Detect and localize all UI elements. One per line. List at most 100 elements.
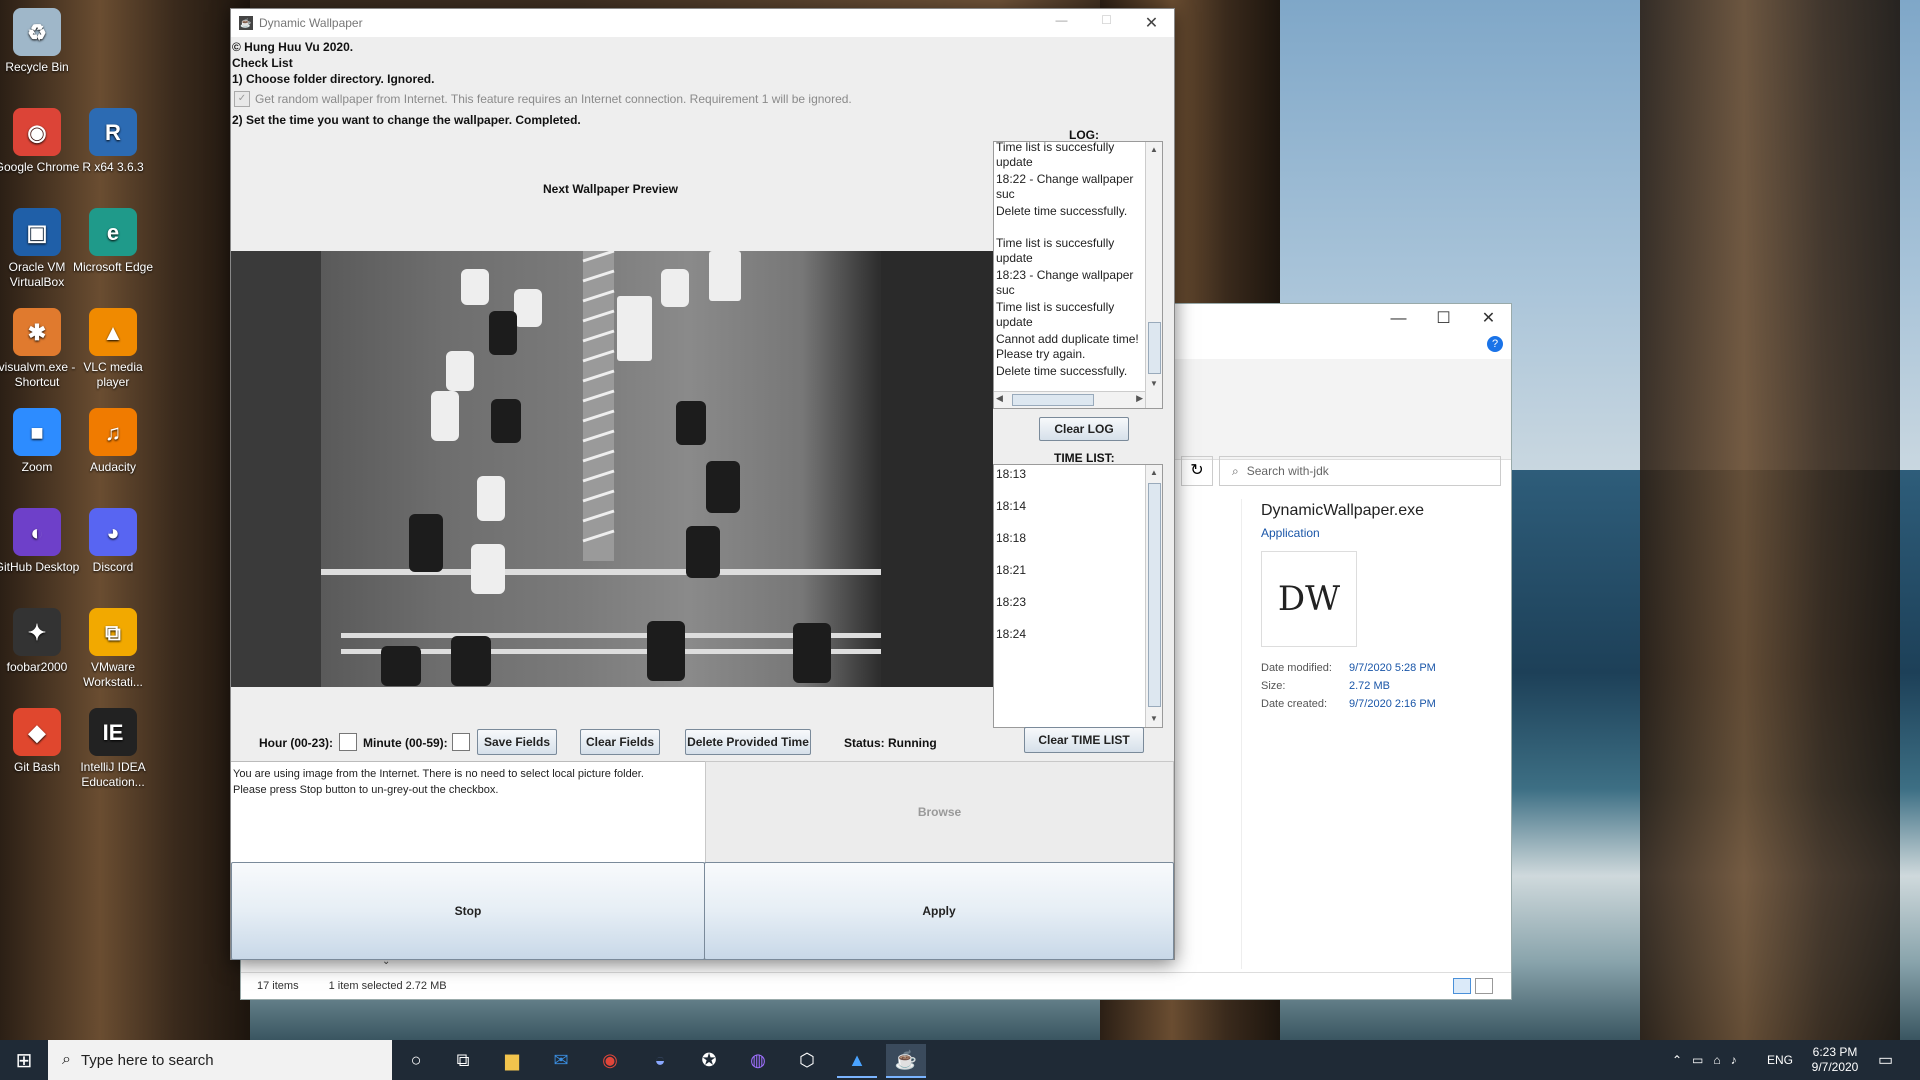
virtualbox-taskbar-icon[interactable]: ⬡ <box>787 1044 827 1076</box>
info-text-area[interactable]: You are using image from the Internet. T… <box>231 761 705 863</box>
scroll-down-icon[interactable]: ▼ <box>1146 711 1162 727</box>
desktop-icon-discord[interactable]: ◕ Discord <box>68 508 158 575</box>
desktop-icon-label: VLC media player <box>83 360 143 389</box>
time-list-item[interactable]: 18:23 <box>994 595 1145 627</box>
minimize-icon[interactable]: — <box>1376 304 1421 334</box>
desktop-icon-edge[interactable]: e Microsoft Edge <box>68 208 158 275</box>
log-horizontal-scrollbar[interactable]: ◀ ▶ <box>994 391 1145 408</box>
github-desktop-icon: ◐ <box>13 508 61 556</box>
time-list-item[interactable]: 18:13 <box>994 467 1145 499</box>
task-view-icon[interactable]: ⧉ <box>443 1044 483 1076</box>
time-list-panel[interactable]: 18:13 18:14 18:18 18:21 18:23 18:24 ▲ ▼ <box>993 464 1163 728</box>
photos-taskbar-icon[interactable]: ▲ <box>837 1044 877 1078</box>
clear-fields-button[interactable]: Clear Fields <box>580 729 660 755</box>
detail-value: 9/7/2020 2:16 PM <box>1349 698 1436 710</box>
close-icon[interactable]: ✕ <box>1466 304 1511 334</box>
recycle-bin-icon: ♻ <box>13 8 61 56</box>
time-list-item[interactable]: 18:21 <box>994 563 1145 595</box>
checklist-title: Check List <box>232 56 293 70</box>
chevron-down-icon[interactable]: ⌄ <box>382 956 390 967</box>
desktop-icon-intellij[interactable]: IE IntelliJ IDEA Education... <box>68 708 158 790</box>
internet-checkbox[interactable]: ✓ <box>234 91 250 107</box>
hour-input[interactable] <box>339 733 357 751</box>
detail-label: Date created: <box>1261 698 1328 710</box>
eclipse-taskbar-icon[interactable]: ◒ <box>640 1044 680 1076</box>
scroll-up-icon[interactable]: ▲ <box>1146 142 1162 158</box>
desktop-icon-label: Audacity <box>89 460 137 474</box>
desktop-icon-recycle-bin[interactable]: ♻ Recycle Bin <box>0 8 82 75</box>
stop-button[interactable]: Stop <box>231 862 705 960</box>
start-icon[interactable]: ⊞ <box>0 1040 48 1080</box>
street-scene-graphic <box>231 251 993 687</box>
help-icon[interactable]: ? <box>1487 336 1503 352</box>
desktop-icon-label: R x64 3.6.3 <box>82 160 144 174</box>
cortana-icon[interactable]: ○ <box>396 1044 436 1076</box>
minimize-icon[interactable]: — <box>1039 13 1084 33</box>
selection-info: 1 item selected 2.72 MB <box>328 980 447 992</box>
app-taskbar-icon[interactable]: ◍ <box>738 1044 778 1076</box>
close-icon[interactable]: ✕ <box>1129 13 1174 33</box>
log-panel[interactable]: Time list is succesfully update 18:22 - C… <box>993 141 1163 409</box>
mail-taskbar-icon[interactable]: ✉ <box>541 1044 581 1076</box>
desktop-icon-audacity[interactable]: ♫ Audacity <box>68 408 158 475</box>
time-list-item[interactable]: 18:14 <box>994 499 1145 531</box>
log-entry: 18:22 - Change wallpaper suc <box>996 172 1134 201</box>
taskbar: ⊞ ⌕ Type here to search ○ ⧉ ▆ ✉ ◉ ◒ ✪ ◍ … <box>0 1040 1920 1080</box>
clear-log-button[interactable]: Clear LOG <box>1039 417 1129 441</box>
title-bar: ☕ Dynamic Wallpaper — ☐ ✕ <box>231 9 1174 37</box>
log-entry: Cannot add duplicate time! Please try ag… <box>996 332 1139 361</box>
scroll-up-icon[interactable]: ▲ <box>1146 465 1162 481</box>
log-vertical-scrollbar[interactable]: ▲ ▼ <box>1145 142 1162 408</box>
language-indicator[interactable]: ENG <box>1767 1040 1793 1080</box>
delete-time-button[interactable]: Delete Provided Time <box>685 729 811 755</box>
clear-timelist-button[interactable]: Clear TIME LIST <box>1024 727 1144 753</box>
zoom-icon: ■ <box>13 408 61 456</box>
virtualbox-icon: ▣ <box>13 208 61 256</box>
timelist-vertical-scrollbar[interactable]: ▲ ▼ <box>1145 465 1162 727</box>
taskbar-search-input[interactable]: Type here to search <box>81 1052 214 1069</box>
desktop-icon-r[interactable]: R R x64 3.6.3 <box>68 108 158 175</box>
file-explorer-taskbar-icon[interactable]: ▆ <box>492 1044 532 1076</box>
large-icons-view-icon[interactable] <box>1475 978 1493 994</box>
scroll-right-icon[interactable]: ▶ <box>1136 393 1143 404</box>
taskbar-search-box[interactable]: ⌕ Type here to search <box>48 1040 392 1080</box>
notifications-icon[interactable]: ▭ <box>1878 1040 1893 1080</box>
scroll-down-icon[interactable]: ▼ <box>1146 376 1162 392</box>
file-name: DynamicWallpaper.exe <box>1261 502 1425 519</box>
scroll-thumb[interactable] <box>1148 483 1161 707</box>
maximize-icon[interactable]: ☐ <box>1084 13 1129 33</box>
desktop-icon-vmware[interactable]: ⧉ VMware Workstati... <box>68 608 158 690</box>
log-entry: Time list is succesfully update <box>996 236 1115 265</box>
time-list-item[interactable]: 18:24 <box>994 627 1145 659</box>
detail-value: 9/7/2020 5:28 PM <box>1349 662 1436 674</box>
edge-icon: e <box>89 208 137 256</box>
minute-input[interactable] <box>452 733 470 751</box>
desktop-icon-vlc[interactable]: ▲ VLC media player <box>68 308 158 390</box>
file-detail-row: Date created: 9/7/2020 2:16 PM <box>1261 695 1436 713</box>
apply-button[interactable]: Apply <box>704 862 1174 960</box>
gamepad-taskbar-icon[interactable]: ✪ <box>689 1044 729 1076</box>
browse-button[interactable]: Browse <box>705 761 1174 863</box>
refresh-icon[interactable]: ↻ <box>1181 456 1213 486</box>
window-title: Dynamic Wallpaper <box>259 16 363 30</box>
details-view-icon[interactable] <box>1453 978 1471 994</box>
save-fields-button[interactable]: Save Fields <box>477 729 557 755</box>
detail-label: Size: <box>1261 680 1286 692</box>
maximize-icon[interactable]: ☐ <box>1421 304 1466 334</box>
hour-label: Hour (00-23): <box>259 736 334 750</box>
scroll-thumb[interactable] <box>1148 322 1161 374</box>
step1-text: 1) Choose folder directory. Ignored. <box>232 72 435 86</box>
java-app-taskbar-icon[interactable]: ☕ <box>886 1044 926 1078</box>
file-detail-row: Date modified: 9/7/2020 5:28 PM <box>1261 659 1436 677</box>
log-entry: Time list is succesfully update <box>996 141 1115 169</box>
file-detail-row: Size: 2.72 MB <box>1261 677 1436 695</box>
scroll-left-icon[interactable]: ◀ <box>996 393 1003 404</box>
hscroll-thumb[interactable] <box>1012 394 1094 406</box>
explorer-search-input[interactable]: Search with-jdk <box>1247 464 1329 478</box>
system-tray-icons[interactable]: ⌃ ▭ ⌂ ♪ <box>1672 1040 1737 1080</box>
desktop-icon-label: IntelliJ IDEA Education... <box>80 760 146 789</box>
chrome-taskbar-icon[interactable]: ◉ <box>590 1044 630 1076</box>
time-list-item[interactable]: 18:18 <box>994 531 1145 563</box>
vmware-icon: ⧉ <box>89 608 137 656</box>
clock[interactable]: 6:23 PM 9/7/2020 <box>1810 1040 1860 1080</box>
